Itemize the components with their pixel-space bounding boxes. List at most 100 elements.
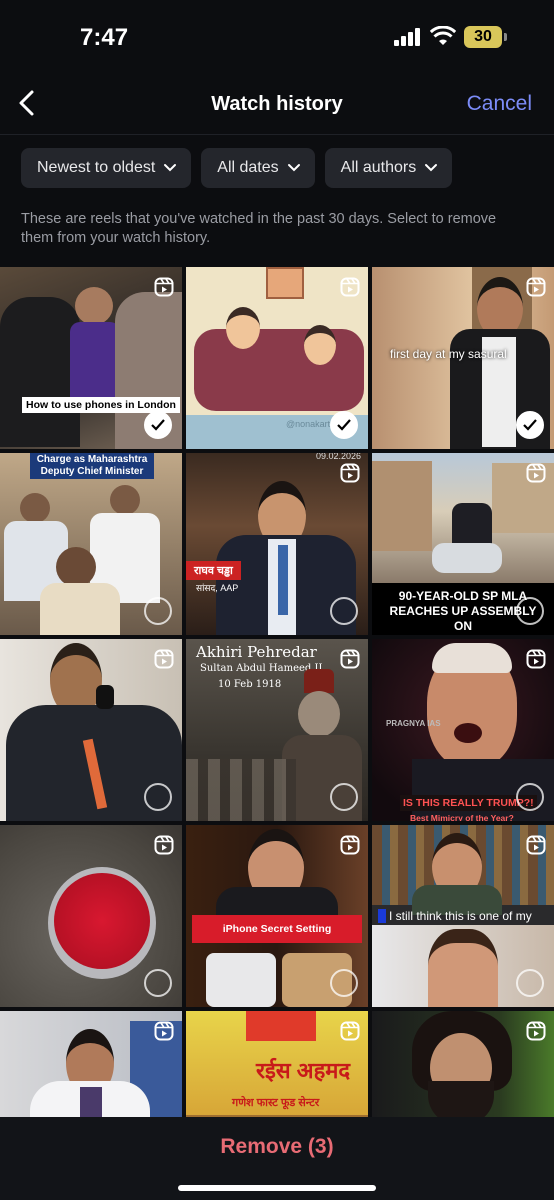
selection-checkbox[interactable] bbox=[330, 969, 358, 997]
thumbnail-figure bbox=[432, 643, 512, 673]
checkmark-icon bbox=[337, 419, 351, 431]
video-subcaption: Best Mimicry of the Year? bbox=[410, 813, 514, 821]
video-caption: Akhiri Pehredar bbox=[196, 643, 317, 661]
reel-thumbnail[interactable]: @nonakart bbox=[186, 267, 368, 449]
reel-icon bbox=[526, 277, 546, 297]
video-caption: first day at my sasural bbox=[390, 347, 507, 361]
thumbnail-figure bbox=[20, 493, 50, 523]
sort-order-label: Newest to oldest bbox=[37, 159, 156, 176]
selection-checkbox[interactable] bbox=[144, 597, 172, 625]
chevron-down-icon bbox=[425, 164, 438, 172]
thumbnail-figure bbox=[432, 543, 502, 573]
watermark-text: PRAGNYA IAS bbox=[386, 719, 441, 728]
video-caption: Charge as Maharashtra Deputy Chief Minis… bbox=[30, 453, 154, 479]
video-subcaption: गणेश फास्ट फूड सेन्टर bbox=[232, 1097, 320, 1109]
reel-thumbnail[interactable]: Charge as Maharashtra Deputy Chief Minis… bbox=[0, 453, 182, 635]
thumbnail-figure bbox=[206, 953, 276, 1007]
reel-icon bbox=[340, 1021, 360, 1041]
reel-thumbnail[interactable] bbox=[0, 639, 182, 821]
wifi-icon bbox=[430, 26, 456, 45]
thumbnail-figure bbox=[186, 759, 296, 821]
thumbnail-figure bbox=[266, 267, 304, 299]
thumbnail-figure bbox=[110, 485, 140, 515]
thumbnail-figure bbox=[246, 1011, 316, 1041]
selection-checkbox[interactable] bbox=[330, 783, 358, 811]
thumbnail-figure bbox=[40, 583, 120, 635]
author-filter-label: All authors bbox=[340, 159, 417, 176]
remove-button[interactable]: Remove (3) bbox=[0, 1135, 554, 1159]
selection-checkbox[interactable] bbox=[144, 783, 172, 811]
reel-thumbnail[interactable]: How to use phones in London bbox=[0, 267, 182, 449]
reel-icon bbox=[154, 1021, 174, 1041]
selection-checkbox[interactable] bbox=[144, 969, 172, 997]
thumbnail-figure bbox=[304, 669, 334, 693]
thumbnail-figure bbox=[0, 297, 80, 447]
thumbnail-figure bbox=[428, 929, 498, 1007]
video-subcaption: सांसद, AAP bbox=[196, 583, 239, 593]
reel-thumbnail[interactable] bbox=[0, 825, 182, 1007]
thumbnail-figure bbox=[194, 329, 364, 411]
reel-icon bbox=[154, 835, 174, 855]
status-time: 7:47 bbox=[80, 24, 129, 51]
thumbnail-figure bbox=[298, 691, 340, 737]
reel-thumbnail[interactable]: 90-YEAR-OLD SP MLA REACHES UP ASSEMBLY O… bbox=[372, 453, 554, 635]
reel-icon bbox=[154, 649, 174, 669]
thumbnail-figure bbox=[226, 307, 260, 349]
reel-icon bbox=[526, 1021, 546, 1041]
reel-icon bbox=[340, 277, 360, 297]
reel-icon bbox=[526, 835, 546, 855]
home-indicator[interactable] bbox=[178, 1185, 376, 1191]
video-caption: रईस अहमद bbox=[256, 1058, 351, 1083]
checkmark-icon bbox=[523, 419, 537, 431]
thumbnail-figure bbox=[56, 547, 96, 587]
reel-icon bbox=[526, 649, 546, 669]
video-date-caption: 10 Feb 1918 bbox=[218, 679, 282, 690]
reel-thumbnail[interactable]: 09.02.2026 राघव चड्ढा सांसद, AAP bbox=[186, 453, 368, 635]
reel-thumbnail[interactable]: PRAGNYA IAS IS THIS REALLY TRUMP?! Best … bbox=[372, 639, 554, 821]
thumbnail-figure bbox=[96, 685, 114, 709]
description-text: These are reels that you've watched in t… bbox=[21, 211, 497, 246]
reel-icon bbox=[340, 463, 360, 483]
filter-bar: Newest to oldest All dates All authors bbox=[21, 148, 453, 188]
chevron-down-icon bbox=[287, 164, 300, 172]
thumbnail-figure bbox=[454, 723, 482, 743]
checkmark-icon bbox=[151, 419, 165, 431]
reel-icon bbox=[340, 649, 360, 669]
watermark-text: @nonakart bbox=[286, 419, 331, 429]
reel-thumbnail[interactable]: iPhone Secret Setting bbox=[186, 825, 368, 1007]
thumbnail-figure bbox=[372, 461, 432, 551]
selection-checkbox[interactable] bbox=[516, 597, 544, 625]
thumbnail-figure bbox=[75, 287, 113, 325]
reel-thumbnail[interactable]: first day at my sasural bbox=[372, 267, 554, 449]
selection-checkbox[interactable] bbox=[330, 411, 358, 439]
reels-grid: How to use phones in London @nonakart fi… bbox=[0, 267, 554, 1193]
cellular-signal-icon bbox=[394, 28, 420, 46]
author-filter-dropdown[interactable]: All authors bbox=[324, 148, 453, 188]
selection-checkbox[interactable] bbox=[516, 783, 544, 811]
bottom-action-bar: Remove (3) bbox=[0, 1117, 554, 1200]
status-bar: 7:47 30 bbox=[0, 0, 554, 72]
battery-icon: 30 bbox=[464, 26, 507, 48]
cancel-button[interactable]: Cancel bbox=[467, 92, 532, 116]
selection-checkbox[interactable] bbox=[516, 411, 544, 439]
reel-icon bbox=[154, 277, 174, 297]
date-filter-label: All dates bbox=[217, 159, 279, 176]
thumbnail-figure bbox=[278, 545, 288, 615]
video-caption: I still think this is one of my bbox=[378, 909, 532, 923]
reel-icon bbox=[526, 463, 546, 483]
date-filter-dropdown[interactable]: All dates bbox=[201, 148, 315, 188]
selection-checkbox[interactable] bbox=[330, 597, 358, 625]
video-caption: राघव चड्ढा bbox=[186, 561, 241, 580]
header: Watch history Cancel bbox=[0, 72, 554, 135]
chevron-down-icon bbox=[164, 164, 177, 172]
reel-thumbnail[interactable]: I still think this is one of my bbox=[372, 825, 554, 1007]
reel-thumbnail[interactable]: Akhiri Pehredar Sultan Abdul Hameed II 1… bbox=[186, 639, 368, 821]
thumbnail-figure bbox=[304, 325, 336, 365]
selection-checkbox[interactable] bbox=[144, 411, 172, 439]
thumbnail-figure bbox=[54, 873, 150, 969]
date-label: 09.02.2026 bbox=[316, 453, 362, 461]
reel-icon bbox=[340, 835, 360, 855]
video-caption: iPhone Secret Setting bbox=[192, 915, 362, 943]
selection-checkbox[interactable] bbox=[516, 969, 544, 997]
sort-order-dropdown[interactable]: Newest to oldest bbox=[21, 148, 192, 188]
